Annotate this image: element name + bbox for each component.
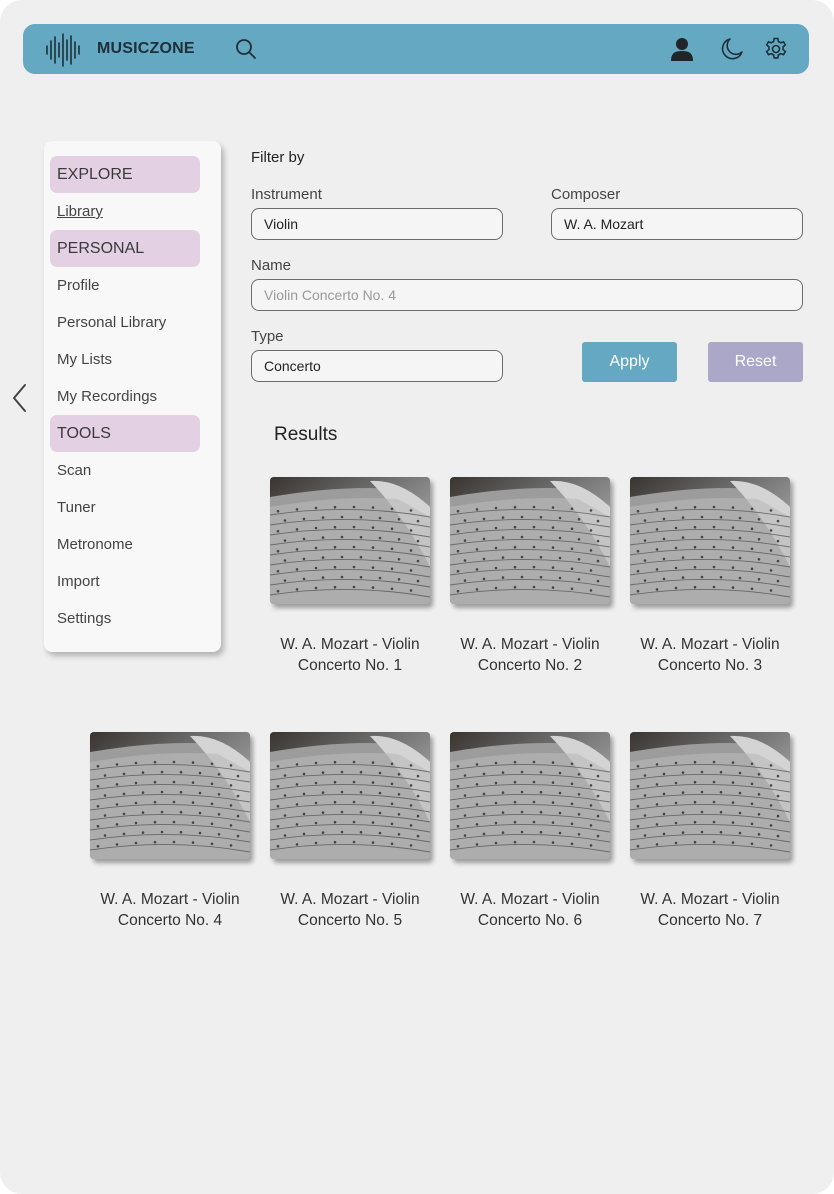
- result-title: W. A. Mozart - Violin Concerto No. 2: [430, 634, 630, 676]
- user-icon[interactable]: [669, 36, 695, 62]
- name-label: Name: [251, 257, 292, 274]
- moon-icon[interactable]: [719, 36, 745, 62]
- top-navigation-bar: MUSICZONE: [23, 24, 809, 74]
- sidebar-item-metronome[interactable]: Metronome: [57, 536, 133, 553]
- result-title-line2: Concerto No. 5: [297, 912, 403, 929]
- sheet-music-thumbnail: [90, 732, 250, 859]
- name-field[interactable]: Violin Concerto No. 4: [251, 279, 803, 311]
- result-title-line2: Concerto No. 1: [297, 657, 403, 674]
- result-title-line1: W. A. Mozart - Violin: [640, 891, 780, 908]
- result-title: W. A. Mozart - Violin Concerto No. 4: [70, 889, 270, 931]
- result-title-line2: Concerto No. 2: [477, 657, 583, 674]
- sheet-music-image: [450, 477, 610, 604]
- sheet-music-image: [630, 477, 790, 604]
- sheet-music-image: [90, 732, 250, 859]
- sidebar: EXPLORE Library PERSONAL Profile Persona…: [44, 141, 221, 652]
- gear-icon[interactable]: [763, 36, 789, 62]
- result-title-line1: W. A. Mozart - Violin: [280, 891, 420, 908]
- sidebar-item-library[interactable]: Library: [57, 203, 103, 220]
- sidebar-heading-personal: PERSONAL: [50, 230, 200, 267]
- sheet-music-image: [270, 732, 430, 859]
- composer-field[interactable]: W. A. Mozart: [551, 208, 803, 240]
- sheet-music-image: [450, 732, 610, 859]
- sidebar-item-scan[interactable]: Scan: [57, 462, 91, 479]
- results-title: Results: [274, 424, 338, 445]
- result-title: W. A. Mozart - Violin Concerto No. 5: [250, 889, 450, 931]
- instrument-label: Instrument: [251, 186, 322, 203]
- sidebar-item-settings[interactable]: Settings: [57, 610, 111, 627]
- sheet-music-image: [270, 477, 430, 604]
- waveform-logo-icon: [46, 33, 80, 67]
- result-title: W. A. Mozart - Violin Concerto No. 1: [250, 634, 450, 676]
- sheet-music-thumbnail: [270, 477, 430, 604]
- reset-button[interactable]: Reset: [708, 342, 803, 382]
- sheet-music-thumbnail: [270, 732, 430, 859]
- sidebar-item-my-recordings[interactable]: My Recordings: [57, 388, 157, 405]
- sidebar-item-tuner[interactable]: Tuner: [57, 499, 96, 516]
- result-title: W. A. Mozart - Violin Concerto No. 6: [430, 889, 630, 931]
- sheet-music-thumbnail: [630, 732, 790, 859]
- app-window: MUSICZONE EXPLORE Library PERSONAL Profi…: [0, 0, 834, 1194]
- result-title-line1: W. A. Mozart - Violin: [100, 891, 240, 908]
- result-title-line2: Concerto No. 4: [117, 912, 223, 929]
- result-title-line1: W. A. Mozart - Violin: [460, 891, 600, 908]
- apply-button[interactable]: Apply: [582, 342, 677, 382]
- sidebar-item-personal-library[interactable]: Personal Library: [57, 314, 166, 331]
- sidebar-item-import[interactable]: Import: [57, 573, 100, 590]
- result-title: W. A. Mozart - Violin Concerto No. 3: [610, 634, 810, 676]
- filter-title: Filter by: [251, 149, 305, 166]
- composer-label: Composer: [551, 186, 621, 203]
- result-title-line1: W. A. Mozart - Violin: [640, 636, 780, 653]
- result-title-line2: Concerto No. 6: [477, 912, 583, 929]
- chevron-left-icon[interactable]: [10, 383, 30, 413]
- brand-name: MUSICZONE: [97, 40, 195, 57]
- result-title: W. A. Mozart - Violin Concerto No. 7: [610, 889, 810, 931]
- result-title-line2: Concerto No. 3: [657, 657, 763, 674]
- instrument-field[interactable]: Violin: [251, 208, 503, 240]
- sidebar-item-my-lists[interactable]: My Lists: [57, 351, 112, 368]
- sheet-music-thumbnail: [630, 477, 790, 604]
- sidebar-item-profile[interactable]: Profile: [57, 277, 100, 294]
- result-title-line2: Concerto No. 7: [657, 912, 763, 929]
- type-field[interactable]: Concerto: [251, 350, 503, 382]
- sheet-music-thumbnail: [450, 477, 610, 604]
- result-title-line1: W. A. Mozart - Violin: [460, 636, 600, 653]
- sheet-music-thumbnail: [450, 732, 610, 859]
- sidebar-heading-explore: EXPLORE: [50, 156, 200, 193]
- type-label: Type: [251, 328, 284, 345]
- sidebar-heading-tools: TOOLS: [50, 415, 200, 452]
- sheet-music-image: [630, 732, 790, 859]
- search-icon[interactable]: [233, 36, 259, 62]
- result-title-line1: W. A. Mozart - Violin: [280, 636, 420, 653]
